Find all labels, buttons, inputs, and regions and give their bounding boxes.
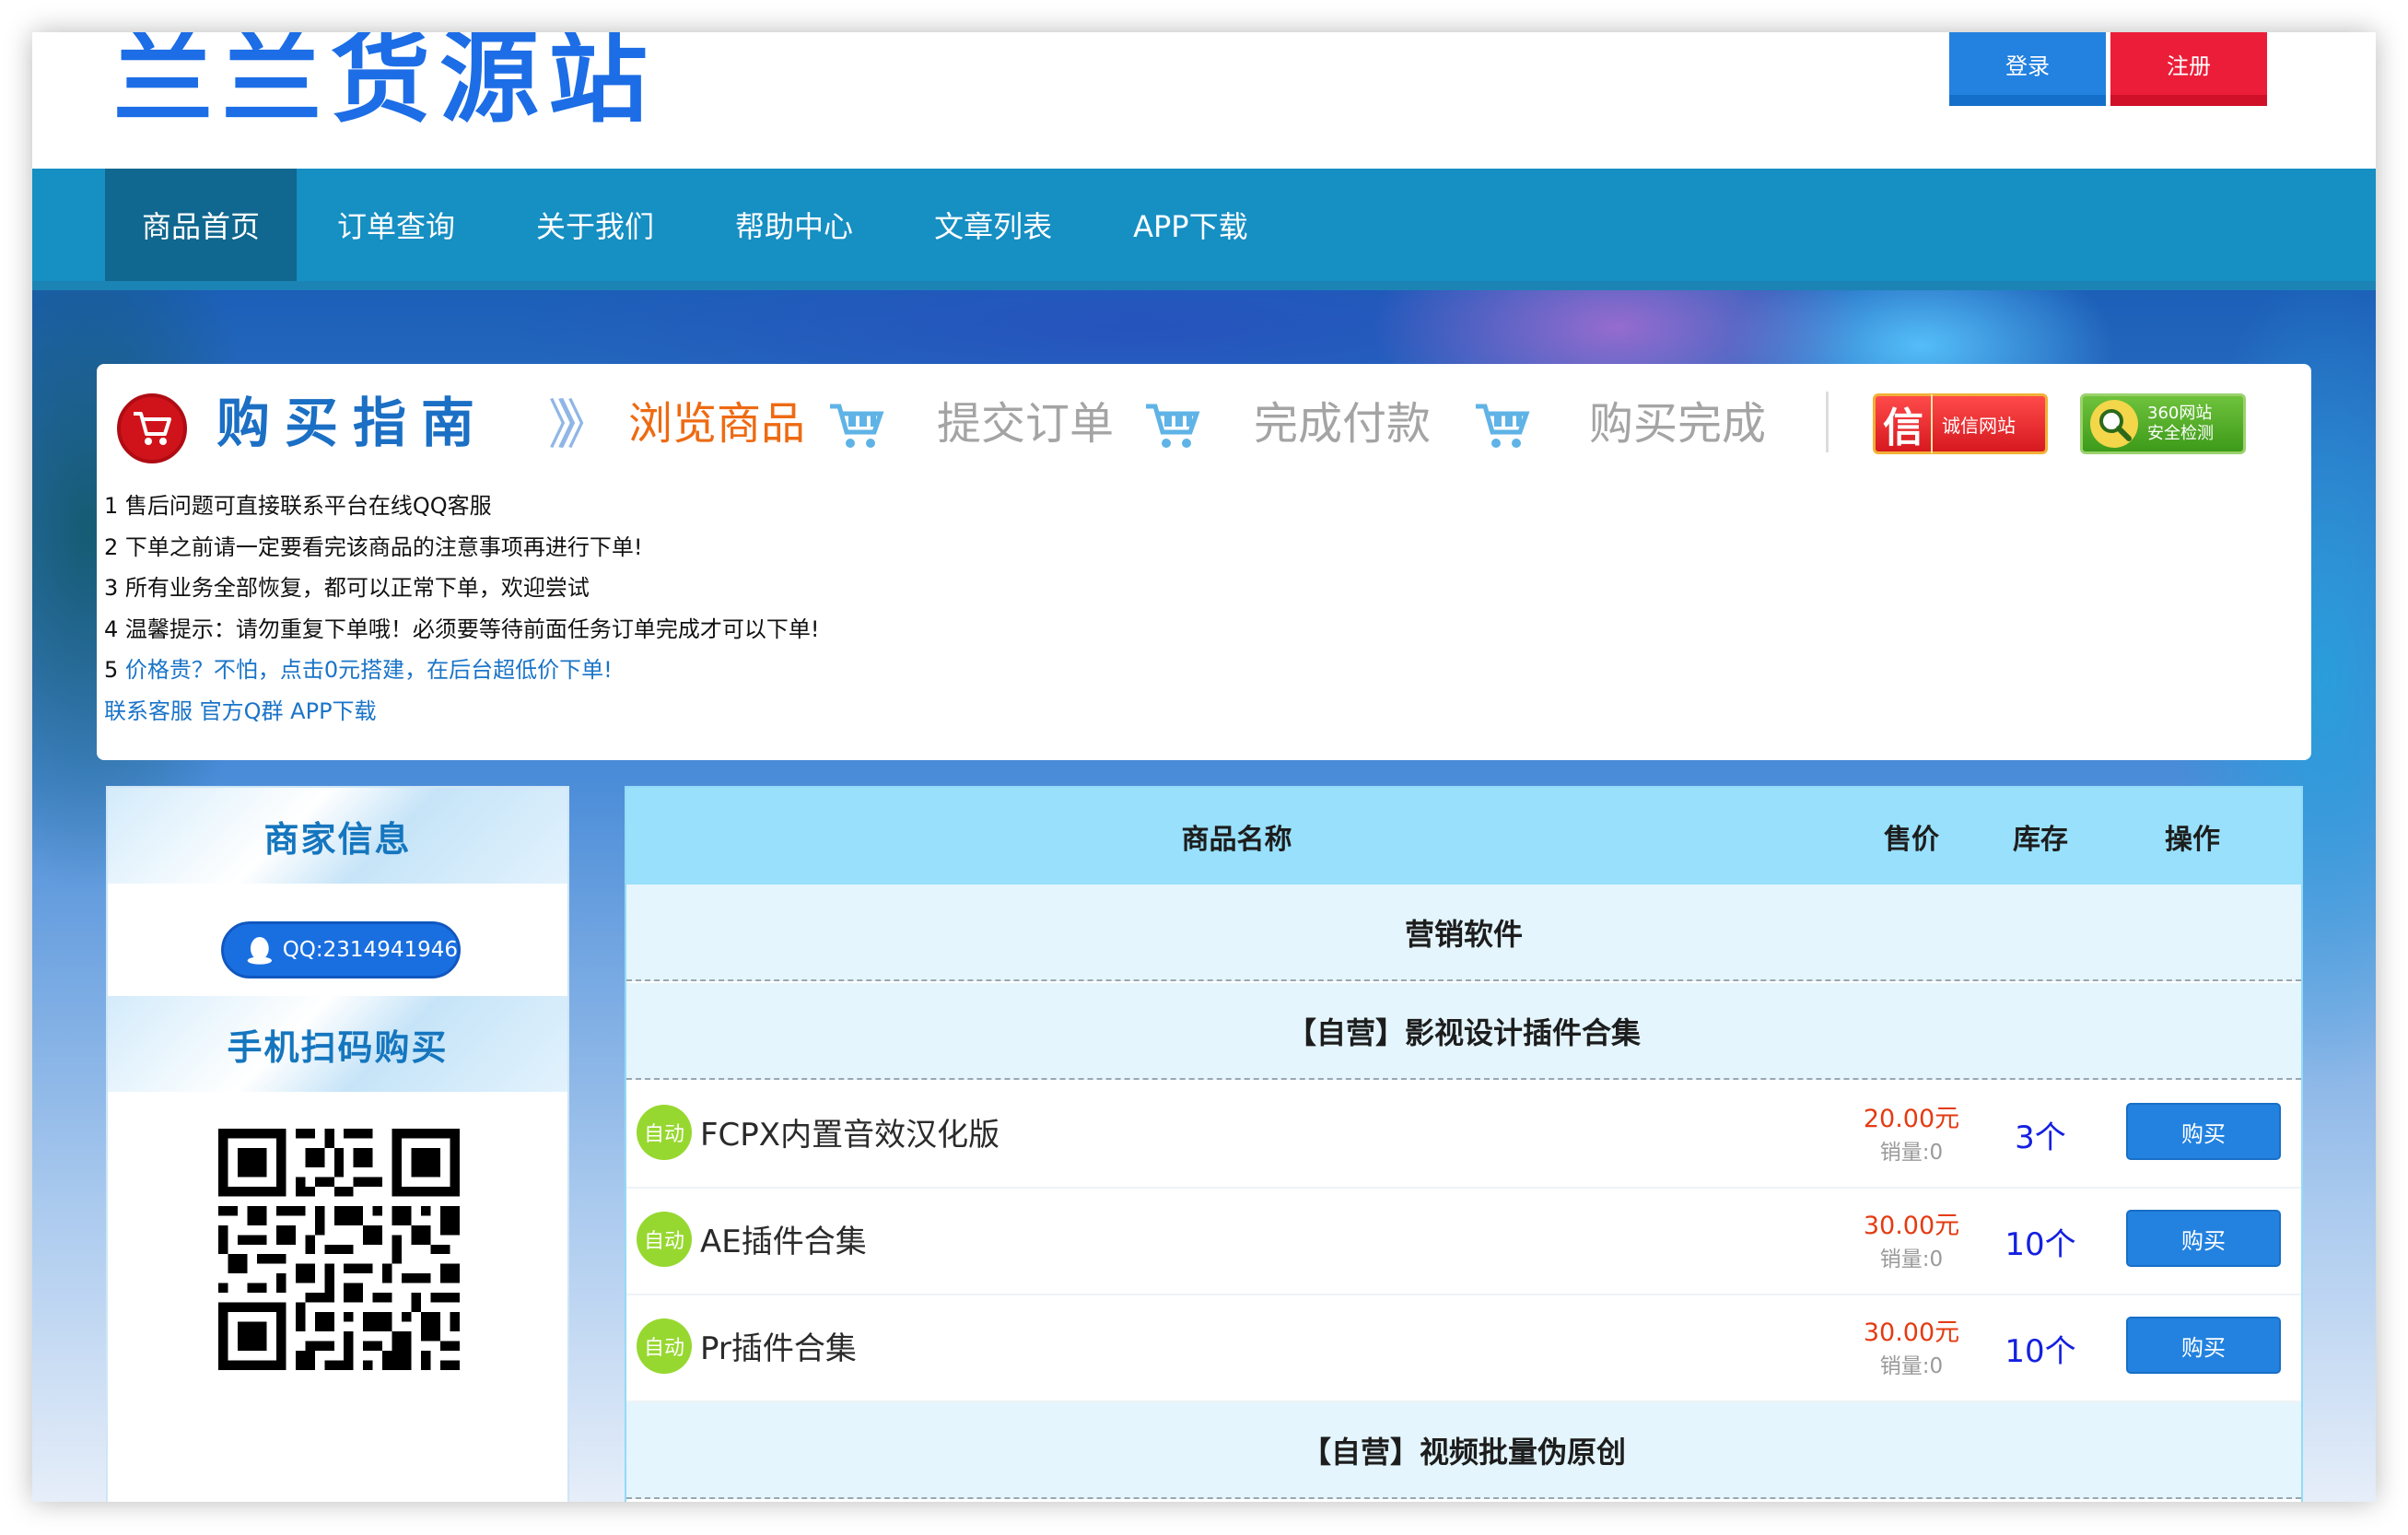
product-sales: 销量:0	[1879, 1248, 1944, 1271]
product-name[interactable]: Pr插件合集	[700, 1323, 857, 1368]
qq-contact-button[interactable]: QQ:2314941946	[221, 921, 461, 978]
auto-delivery-badge: 自动	[637, 1105, 692, 1160]
table-row[interactable]: 自动 FCPX内置音效汉化版 20.00元 销量:0 3个 购买	[626, 1082, 2301, 1189]
nav-item-help[interactable]: 帮助中心	[695, 169, 894, 281]
notice-list: 1 售后问题可直接联系平台在线QQ客服 2 下单之前请一定要看完该商品的注意事项…	[104, 486, 820, 732]
browser-window: 兰兰货源站 登录 注册 商品首页 订单查询 关于我们 帮助中心 文章列表 APP…	[32, 32, 2376, 1502]
column-header-stock: 库存	[2013, 823, 2068, 856]
trust-site-badge[interactable]: 信 诚信网站	[1873, 393, 2048, 454]
qq-number: QQ:2314941946	[282, 938, 458, 962]
buy-button[interactable]: 购买	[2126, 1317, 2281, 1374]
step-purchase-complete: 购买完成	[1589, 398, 1767, 450]
official-qq-group-link[interactable]: 官方Q群	[200, 698, 284, 724]
guide-title: 购买指南	[216, 392, 490, 454]
nav-item-app-download[interactable]: APP下载	[1093, 169, 1289, 281]
notice-item: 4 温馨提示：请勿重复下单哦！必须要等待前面任务订单完成才可以下单!	[104, 615, 820, 642]
product-sales: 销量:0	[1879, 1141, 1944, 1165]
qq-penguin-icon	[247, 936, 273, 965]
product-name[interactable]: FCPX内置音效汉化版	[700, 1109, 999, 1154]
notice-item: 2 下单之前请一定要看完该商品的注意事项再进行下单!	[104, 533, 643, 560]
contact-service-link[interactable]: 联系客服	[104, 698, 193, 724]
trust-badge-label: 诚信网站	[1942, 414, 2016, 437]
column-header-operation: 操作	[2165, 823, 2220, 856]
app-download-link[interactable]: APP下载	[290, 698, 376, 724]
product-stock: 10个	[2005, 1333, 2076, 1370]
magnifier-icon	[2090, 400, 2138, 448]
nav-item-about[interactable]: 关于我们	[496, 169, 695, 281]
safety-badge-line1: 360网站	[2147, 404, 2213, 423]
divider	[1826, 392, 1829, 452]
product-price: 30.00元	[1863, 1212, 1960, 1240]
merchant-sidebar: 商家信息 QQ:2314941946 手机扫码购买	[106, 786, 569, 1502]
site-logo[interactable]: 兰兰货源站	[113, 32, 657, 139]
qr-code	[218, 1129, 460, 1370]
auto-delivery-badge: 自动	[637, 1318, 692, 1374]
chevron-right-icon: 》》	[548, 393, 612, 456]
notice-item: 3 所有业务全部恢复，都可以正常下单，欢迎尝试	[104, 575, 590, 601]
nav-item-home[interactable]: 商品首页	[105, 169, 298, 281]
notice-item: 1 售后问题可直接联系平台在线QQ客服	[104, 493, 492, 519]
cart-step-icon	[1476, 404, 1530, 448]
login-button[interactable]: 登录	[1949, 32, 2106, 106]
buy-button[interactable]: 购买	[2126, 1103, 2281, 1160]
step-submit-order: 提交订单	[937, 398, 1115, 450]
nav-item-articles[interactable]: 文章列表	[894, 169, 1093, 281]
merchant-info-title: 商家信息	[108, 788, 567, 884]
product-sales: 销量:0	[1879, 1354, 1944, 1378]
notice-item: 5 价格贵？不怕，点击0元搭建，在后台超低价下单!	[104, 650, 820, 691]
step-browse: 浏览商品	[628, 398, 806, 450]
purchase-guide: 购买指南 》》 浏览商品 提交订单 完成付款 购买完成 信 诚信网站 360网站…	[97, 364, 2311, 760]
category-row[interactable]: 【自营】视频批量伪原创	[626, 1402, 2301, 1499]
table-header: 商品名称 售价 库存 操作	[626, 788, 2301, 885]
column-header-name: 商品名称	[1181, 823, 1292, 856]
trust-badge-mark: 信	[1876, 394, 1933, 453]
register-button[interactable]: 注册	[2110, 32, 2267, 106]
safety-badge-line2: 安全检测	[2147, 424, 2214, 443]
safety-check-badge[interactable]: 360网站 安全检测	[2080, 393, 2246, 454]
product-stock: 10个	[2005, 1226, 2076, 1263]
nav-item-order-query[interactable]: 订单查询	[297, 169, 496, 281]
product-name[interactable]: AE插件合集	[700, 1216, 867, 1261]
product-stock: 3个	[2015, 1119, 2066, 1156]
product-price: 20.00元	[1863, 1105, 1960, 1133]
category-row[interactable]: 【自营】影视设计插件合集	[626, 983, 2301, 1080]
notice-item-number: 5	[104, 657, 125, 683]
buy-button[interactable]: 购买	[2126, 1210, 2281, 1267]
contact-links: 联系客服 官方Q群 APP下载	[104, 691, 820, 732]
product-table: 商品名称 售价 库存 操作 营销软件 【自营】影视设计插件合集 自动 FCPX内…	[625, 786, 2303, 1502]
product-price: 30.00元	[1863, 1318, 1960, 1347]
table-row[interactable]: 自动 AE插件合集 30.00元 销量:0 10个 购买	[626, 1189, 2301, 1295]
zero-cost-setup-link[interactable]: 价格贵？不怕，点击0元搭建，在后台超低价下单!	[125, 657, 613, 683]
table-row[interactable]: 自动 Pr插件合集 30.00元 销量:0 10个 购买	[626, 1295, 2301, 1402]
cart-step-icon	[1146, 404, 1200, 448]
site-header: 兰兰货源站 登录 注册	[32, 32, 2376, 169]
column-header-price: 售价	[1884, 823, 1939, 856]
cart-icon	[117, 393, 187, 463]
scan-to-buy-title: 手机扫码购买	[108, 996, 567, 1092]
main-nav: 商品首页 订单查询 关于我们 帮助中心 文章列表 APP下载	[32, 169, 2376, 290]
cart-step-icon	[830, 404, 884, 448]
category-row[interactable]: 营销软件	[626, 885, 2301, 981]
step-complete-payment: 完成付款	[1254, 398, 1432, 450]
auto-delivery-badge: 自动	[637, 1212, 692, 1267]
guide-steps-bar: 购买指南 》》 浏览商品 提交订单 完成付款 购买完成 信 诚信网站 360网站…	[97, 364, 2311, 479]
